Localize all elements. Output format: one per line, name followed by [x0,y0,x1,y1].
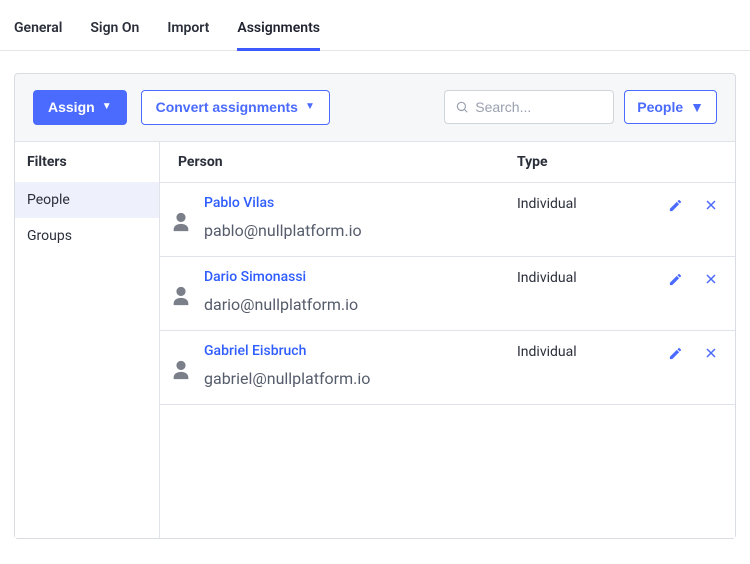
assign-button-label: Assign [48,99,95,116]
assignments-panel: Assign ▼ Convert assignments ▼ People ▼ [14,73,736,539]
person-email: gabriel@nullplatform.io [204,369,517,388]
filter-select-button[interactable]: People ▼ [624,90,717,124]
table-row: Pablo Vilas pablo@nullplatform.io Indivi… [160,183,735,257]
search-box[interactable] [444,90,614,124]
tab-general[interactable]: General [14,12,62,50]
search-icon [455,100,469,114]
sidebar-item-people[interactable]: People [15,182,159,218]
remove-icon[interactable] [705,347,717,359]
remove-icon[interactable] [705,199,717,211]
tab-assignments[interactable]: Assignments [237,12,320,50]
toolbar-right: People ▼ [444,90,717,124]
person-cell: Pablo Vilas pablo@nullplatform.io [204,195,517,240]
type-cell: Individual [517,269,647,286]
person-avatar-icon [170,357,192,383]
row-actions [647,195,717,213]
header-type: Type [517,154,647,170]
type-cell: Individual [517,343,647,360]
table-header: Person Type [160,142,735,183]
person-email: pablo@nullplatform.io [204,221,517,240]
assignments-table: Person Type Pablo Vilas pablo@nullplatfo… [160,142,735,538]
person-name-link[interactable]: Pablo Vilas [204,195,517,211]
tabs-row: General Sign On Import Assignments [0,0,750,51]
caret-down-icon: ▼ [102,101,112,113]
table-row: Dario Simonassi dario@nullplatform.io In… [160,257,735,331]
filters-sidebar: Filters People Groups [15,142,160,538]
filters-title: Filters [15,142,159,182]
header-person: Person [178,154,517,170]
type-cell: Individual [517,195,647,212]
header-actions [647,154,717,170]
toolbar: Assign ▼ Convert assignments ▼ People ▼ [15,74,735,141]
remove-icon[interactable] [705,273,717,285]
row-actions [647,343,717,361]
edit-icon[interactable] [668,272,683,287]
content-area: Filters People Groups Person Type Pablo … [15,141,735,538]
sidebar-item-groups[interactable]: Groups [15,218,159,254]
edit-icon[interactable] [668,198,683,213]
edit-icon[interactable] [668,346,683,361]
person-cell: Gabriel Eisbruch gabriel@nullplatform.io [204,343,517,388]
table-row: Gabriel Eisbruch gabriel@nullplatform.io… [160,331,735,405]
person-name-link[interactable]: Dario Simonassi [204,269,517,285]
convert-assignments-button[interactable]: Convert assignments ▼ [141,90,330,125]
filter-select-label: People [637,99,683,115]
search-input[interactable] [475,99,603,115]
caret-down-icon: ▼ [305,101,315,113]
person-name-link[interactable]: Gabriel Eisbruch [204,343,517,359]
person-avatar-icon [170,209,192,235]
tab-import[interactable]: Import [167,12,209,50]
assign-button[interactable]: Assign ▼ [33,90,127,125]
row-actions [647,269,717,287]
caret-down-icon: ▼ [690,99,704,115]
convert-assignments-label: Convert assignments [156,99,298,116]
tab-sign-on[interactable]: Sign On [90,12,139,50]
person-email: dario@nullplatform.io [204,295,517,314]
person-avatar-icon [170,283,192,309]
person-cell: Dario Simonassi dario@nullplatform.io [204,269,517,314]
